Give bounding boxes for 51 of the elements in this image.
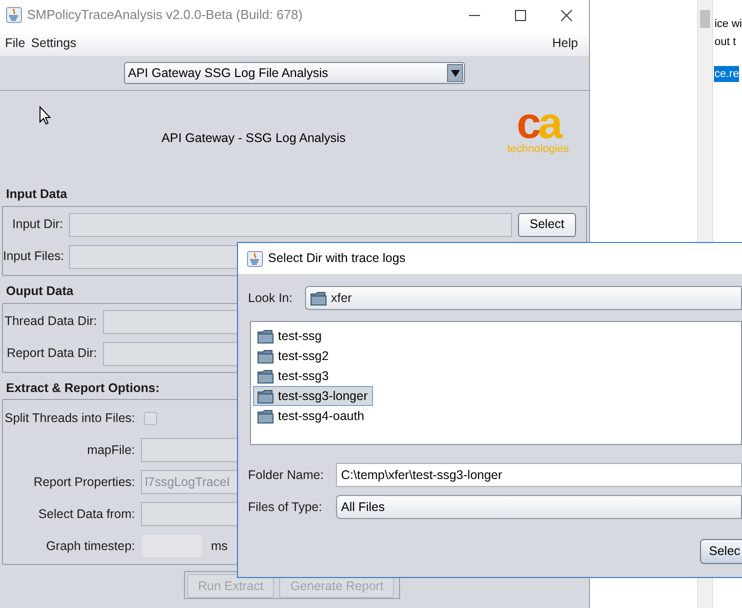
field-label: Graph timestep: — [45, 538, 136, 555]
files-of-type-dropdown[interactable]: All Files — [336, 495, 742, 519]
section-title: Ouput Data — [6, 282, 74, 300]
company-logo: ca technologies — [507, 104, 569, 154]
folder-item[interactable]: test-ssg — [253, 326, 327, 346]
section-title: Input Data — [6, 186, 68, 203]
field-label: Input Dir: — [11, 216, 64, 234]
folder-name-field[interactable]: C:\temp\xfer\test-ssg3-longer — [336, 463, 742, 487]
folder-item[interactable]: test-ssg4-oauth — [253, 406, 370, 426]
menu-item[interactable]: Settings — [28, 34, 80, 52]
field-label: Select Data from: — [37, 506, 136, 523]
field-label: Look In: — [248, 290, 294, 307]
app-icon — [6, 7, 22, 23]
field-label: Split Threads into Files: — [4, 410, 136, 427]
look-in-dropdown[interactable]: xfer — [305, 286, 742, 310]
select-button[interactable]: Selec — [700, 539, 742, 564]
field-label: Files of Type: — [248, 498, 324, 516]
menu-item[interactable]: Help — [549, 34, 581, 52]
maximize-icon[interactable] — [514, 10, 526, 20]
field-label: Thread Data Dir: — [4, 313, 98, 330]
dialog-title: Select Dir with trace logs — [268, 250, 406, 268]
header-title: API Gateway - SSG Log Analysis — [162, 130, 346, 147]
folder-icon — [310, 290, 327, 306]
minimize-icon[interactable] — [468, 14, 480, 16]
background-text: out t — [714, 35, 736, 50]
folder-icon — [257, 388, 274, 404]
unit-label: ms — [211, 538, 228, 555]
menu-item[interactable]: File — [2, 34, 28, 52]
folder-item[interactable]: test-ssg2 — [253, 346, 334, 366]
folder-icon — [257, 348, 274, 364]
field-label: Report Properties: — [32, 474, 136, 491]
app-icon — [247, 250, 263, 266]
checkbox[interactable] — [144, 412, 157, 425]
background-text: ce.re — [714, 66, 739, 82]
field-label: Report Data Dir: — [6, 345, 98, 362]
background-text: ice wi — [714, 17, 742, 32]
close-icon[interactable] — [560, 10, 572, 20]
section-title: Extract & Report Options: — [6, 380, 160, 397]
folder-item[interactable]: test-ssg3 — [253, 366, 334, 386]
folder-icon — [257, 328, 274, 344]
mouse-pointer-icon — [39, 106, 51, 125]
window-title: SMPolicyTraceAnalysis v2.0.0-Beta (Build: 678) — [27, 6, 303, 24]
field-label: Folder Name: — [248, 466, 325, 484]
input-field[interactable] — [69, 212, 512, 237]
analysis-type-dropdown[interactable]: API Gateway SSG Log File Analysis — [124, 62, 465, 84]
folder-item[interactable]: test-ssg3-longer — [253, 386, 373, 406]
folder-icon — [257, 368, 274, 384]
folder-icon — [257, 408, 274, 424]
field-label: Input Files: — [3, 248, 66, 266]
field-label: mapFile: — [86, 442, 136, 459]
select-button[interactable]: Select — [518, 212, 576, 237]
